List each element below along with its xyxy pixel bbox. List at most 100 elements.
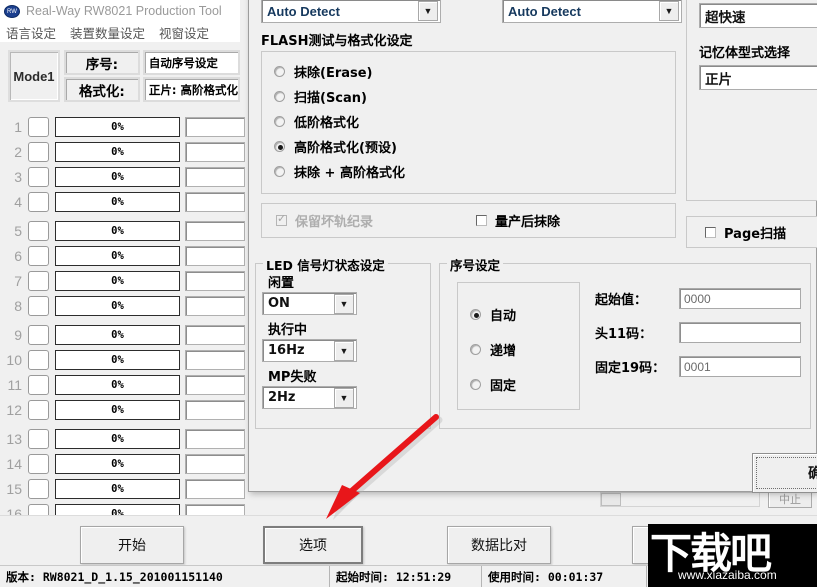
table-row[interactable]: 120%: [0, 397, 248, 422]
radio-icon[interactable]: [274, 66, 285, 77]
device-checkbox[interactable]: [28, 117, 49, 137]
menu-bar: 语言设定 装置数量设定 视窗设定: [0, 22, 240, 42]
combo-auto-detect-right[interactable]: Auto Detect ▼: [502, 0, 682, 23]
led-item-combo[interactable]: 2Hz▼: [262, 386, 357, 409]
flash-option-row[interactable]: 扫描(Scan): [262, 84, 675, 109]
led-combo-value: 16Hz: [263, 343, 334, 358]
table-row[interactable]: 130%: [0, 426, 248, 451]
flash-check-row[interactable]: 量产后抹除: [476, 211, 560, 230]
mode-button[interactable]: Mode1: [8, 50, 60, 102]
radio-icon[interactable]: [470, 379, 481, 390]
device-progress: 0%: [55, 325, 180, 345]
device-checkbox[interactable]: [28, 429, 49, 449]
serial-field-input[interactable]: [679, 322, 801, 343]
device-info-field[interactable]: [185, 454, 245, 474]
table-row[interactable]: 10%: [0, 114, 248, 139]
led-item-combo[interactable]: 16Hz▼: [262, 339, 357, 362]
chevron-down-icon[interactable]: ▼: [659, 1, 679, 21]
table-row[interactable]: 150%: [0, 476, 248, 501]
flash-option-row[interactable]: 抹除(Erase): [262, 59, 675, 84]
flash-option-row[interactable]: 抹除 + 高阶格式化: [262, 159, 675, 184]
option-button[interactable]: 选项: [263, 526, 363, 564]
flash-check-row[interactable]: 保留坏轨纪录: [276, 211, 373, 230]
menu-item-language[interactable]: 语言设定: [6, 23, 56, 42]
device-checkbox[interactable]: [28, 325, 49, 345]
device-info-field[interactable]: [185, 192, 245, 212]
device-info-field[interactable]: [185, 296, 245, 316]
menu-item-window[interactable]: 视窗设定: [159, 23, 209, 42]
device-info-field[interactable]: [185, 246, 245, 266]
radio-icon[interactable]: [470, 344, 481, 355]
radio-icon[interactable]: [274, 116, 285, 127]
device-checkbox[interactable]: [28, 350, 49, 370]
device-checkbox[interactable]: [28, 221, 49, 241]
table-row[interactable]: 20%: [0, 139, 248, 164]
menu-item-device-count[interactable]: 装置数量设定: [70, 23, 145, 42]
table-row[interactable]: 80%: [0, 293, 248, 318]
device-checkbox[interactable]: [28, 400, 49, 420]
flash-option-row[interactable]: 低阶格式化: [262, 109, 675, 134]
serial-mode-row[interactable]: 递增: [458, 332, 579, 367]
device-checkbox[interactable]: [28, 192, 49, 212]
serial-field-input[interactable]: 0000: [679, 288, 801, 309]
device-info-field[interactable]: [185, 167, 245, 187]
data-compare-button[interactable]: 数据比对: [447, 526, 551, 564]
device-checkbox[interactable]: [28, 246, 49, 266]
scrollbar-thumb[interactable]: [601, 493, 621, 506]
status-start-time: 起始时间: 12:51:29: [330, 566, 482, 587]
chevron-down-icon[interactable]: ▼: [334, 294, 354, 314]
device-info-field[interactable]: [185, 117, 245, 137]
device-checkbox[interactable]: [28, 479, 49, 499]
radio-icon[interactable]: [274, 166, 285, 177]
serial-mode-row[interactable]: 固定: [458, 367, 579, 402]
table-row[interactable]: 30%: [0, 164, 248, 189]
device-info-field[interactable]: [185, 375, 245, 395]
page-scan-checkbox[interactable]: [705, 227, 716, 238]
horizontal-scrollbar[interactable]: [600, 492, 760, 507]
device-checkbox[interactable]: [28, 271, 49, 291]
device-info-field[interactable]: [185, 429, 245, 449]
checkbox-icon[interactable]: [476, 215, 487, 226]
device-info-field[interactable]: [185, 350, 245, 370]
device-info-field[interactable]: [185, 142, 245, 162]
device-checkbox[interactable]: [28, 375, 49, 395]
device-info-field[interactable]: [185, 325, 245, 345]
flash-option-row[interactable]: 高阶格式化(预设): [262, 134, 675, 159]
device-index: 2: [2, 144, 28, 160]
serial-mode-row[interactable]: 自动: [458, 297, 579, 332]
chevron-down-icon[interactable]: ▼: [334, 341, 354, 361]
table-row[interactable]: 90%: [0, 322, 248, 347]
combo-left-value: Auto Detect: [262, 4, 418, 19]
device-checkbox[interactable]: [28, 167, 49, 187]
combo-auto-detect-left[interactable]: Auto Detect ▼: [261, 0, 441, 23]
right-section-combo[interactable]: 超快速: [699, 3, 817, 28]
start-button[interactable]: 开始: [80, 526, 184, 564]
device-info-field[interactable]: [185, 271, 245, 291]
device-checkbox[interactable]: [28, 296, 49, 316]
mode-value-serial[interactable]: 自动序号设定: [143, 50, 240, 75]
device-info-field[interactable]: [185, 479, 245, 499]
checkbox-icon[interactable]: [276, 215, 287, 226]
device-info-field[interactable]: [185, 400, 245, 420]
table-row[interactable]: 70%: [0, 268, 248, 293]
table-row[interactable]: 110%: [0, 372, 248, 397]
table-row[interactable]: 50%: [0, 218, 248, 243]
mode-value-format[interactable]: 正片: 高阶格式化: [143, 77, 240, 102]
device-checkbox[interactable]: [28, 454, 49, 474]
table-row[interactable]: 40%: [0, 189, 248, 214]
radio-icon[interactable]: [274, 91, 285, 102]
led-item-combo[interactable]: ON▼: [262, 292, 357, 315]
device-checkbox[interactable]: [28, 142, 49, 162]
table-row[interactable]: 60%: [0, 243, 248, 268]
radio-icon[interactable]: [470, 309, 481, 320]
serial-field-input[interactable]: 0001: [679, 356, 801, 377]
table-row[interactable]: 140%: [0, 451, 248, 476]
chevron-down-icon[interactable]: ▼: [334, 388, 354, 408]
right-section-combo[interactable]: 正片: [699, 65, 817, 90]
led-item: 闲置ON▼: [262, 272, 424, 315]
confirm-button[interactable]: 确认: [752, 453, 817, 493]
chevron-down-icon[interactable]: ▼: [418, 1, 438, 21]
table-row[interactable]: 100%: [0, 347, 248, 372]
device-info-field[interactable]: [185, 221, 245, 241]
radio-icon[interactable]: [274, 141, 285, 152]
